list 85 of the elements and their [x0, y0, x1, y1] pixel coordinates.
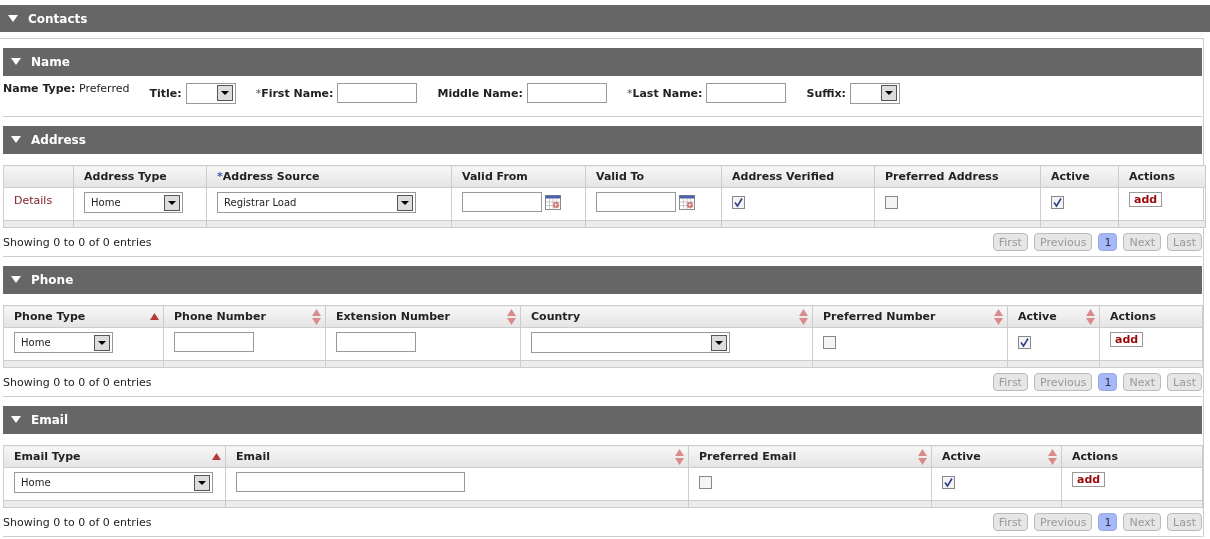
section-header[interactable]: Phone [3, 266, 1202, 294]
column-title: Extension Number [336, 310, 450, 323]
column-header[interactable]: Active [1007, 305, 1100, 328]
select-field[interactable] [850, 82, 900, 104]
collapse-triangle-icon [11, 276, 21, 284]
section-header[interactable]: Contacts [0, 5, 1210, 32]
column-title: Active [942, 450, 981, 463]
column-title: Address Verified [732, 170, 835, 183]
column-title: *Address Source [217, 170, 320, 183]
text-field[interactable] [336, 332, 416, 352]
column-title: Actions [1129, 170, 1175, 183]
column-title: Address Type [84, 170, 167, 183]
checkbox[interactable] [823, 336, 836, 349]
select-field[interactable]: Registrar Load [217, 192, 416, 213]
add-button[interactable]: add [1110, 332, 1144, 347]
select-field[interactable] [185, 82, 236, 104]
text-field[interactable] [236, 472, 465, 492]
select-field[interactable]: Home [84, 192, 183, 213]
column-header[interactable]: Phone Number [163, 305, 326, 328]
field-label: Title: [149, 86, 182, 100]
column-title: Actions [1110, 310, 1156, 323]
details-link[interactable]: Details [14, 194, 53, 207]
column-header[interactable]: Active [931, 445, 1062, 468]
column-header[interactable]: Preferred Number [812, 305, 1008, 328]
section-title: Name [31, 55, 70, 69]
section-header[interactable]: Email [3, 406, 1202, 434]
column-title: Phone Number [174, 310, 266, 323]
select-field[interactable]: Home [14, 472, 213, 493]
checkbox[interactable] [942, 476, 955, 489]
name-type-text: Name Type: Preferred [3, 82, 130, 95]
column-title: Preferred Number [823, 310, 936, 323]
collapse-triangle-icon [8, 14, 18, 23]
column-title: Valid To [596, 170, 645, 183]
collapse-triangle-icon [11, 136, 21, 144]
checkbox[interactable] [1051, 196, 1064, 209]
column-header[interactable]: Email [225, 445, 689, 468]
text-field[interactable] [174, 332, 254, 352]
text-field[interactable] [337, 83, 418, 103]
date-field[interactable] [462, 192, 542, 212]
checkbox[interactable] [732, 196, 745, 209]
calendar-icon[interactable] [679, 194, 695, 210]
entries-info: Showing 0 to 0 of 0 entries [3, 515, 152, 529]
column-header[interactable]: Country [520, 305, 813, 328]
select-field[interactable] [531, 332, 730, 353]
entries-info: Showing 0 to 0 of 0 entries [3, 375, 152, 389]
checkbox[interactable] [1018, 336, 1031, 349]
section-header[interactable]: Address [3, 126, 1202, 154]
column-title: Valid From [462, 170, 528, 183]
field-label: *First Name: [255, 86, 334, 100]
collapse-triangle-icon [11, 58, 21, 66]
select-field[interactable]: Home [14, 332, 113, 353]
section-title: Email [31, 413, 69, 427]
text-field[interactable] [526, 83, 607, 103]
pagination-button[interactable]: 1 [1098, 233, 1118, 251]
column-title: Active [1051, 170, 1090, 183]
section-title: Address [31, 133, 86, 147]
entries-info: Showing 0 to 0 of 0 entries [3, 235, 152, 249]
column-title: Preferred Address [885, 170, 999, 183]
checkbox[interactable] [885, 196, 898, 209]
pagination-button[interactable]: 1 [1098, 513, 1118, 531]
pagination-button[interactable]: 1 [1098, 373, 1118, 391]
text-field[interactable] [706, 83, 787, 103]
column-title: Active [1018, 310, 1057, 323]
checkbox[interactable] [699, 476, 712, 489]
column-header[interactable]: Extension Number [325, 305, 521, 328]
field-label: *Last Name: [626, 86, 703, 100]
date-field[interactable] [596, 192, 676, 212]
add-button[interactable]: add [1129, 192, 1163, 207]
calendar-icon[interactable] [545, 194, 561, 210]
section-title: Contacts [28, 11, 88, 26]
column-title: Email Type [14, 450, 81, 463]
column-header[interactable]: Preferred Email [688, 445, 932, 468]
section-header[interactable]: Name [3, 48, 1202, 76]
column-title: Country [531, 310, 581, 323]
column-title: Email [236, 450, 270, 463]
column-title: Phone Type [14, 310, 86, 323]
section-title: Phone [31, 273, 74, 287]
add-button[interactable]: add [1072, 472, 1106, 487]
column-header[interactable]: Phone Type [3, 305, 164, 328]
field-label: Suffix: [806, 86, 846, 100]
column-title: Preferred Email [699, 450, 797, 463]
column-header[interactable]: Email Type [3, 445, 226, 468]
column-title: Actions [1072, 450, 1118, 463]
collapse-triangle-icon [11, 416, 21, 424]
field-label: Middle Name: [437, 86, 523, 100]
